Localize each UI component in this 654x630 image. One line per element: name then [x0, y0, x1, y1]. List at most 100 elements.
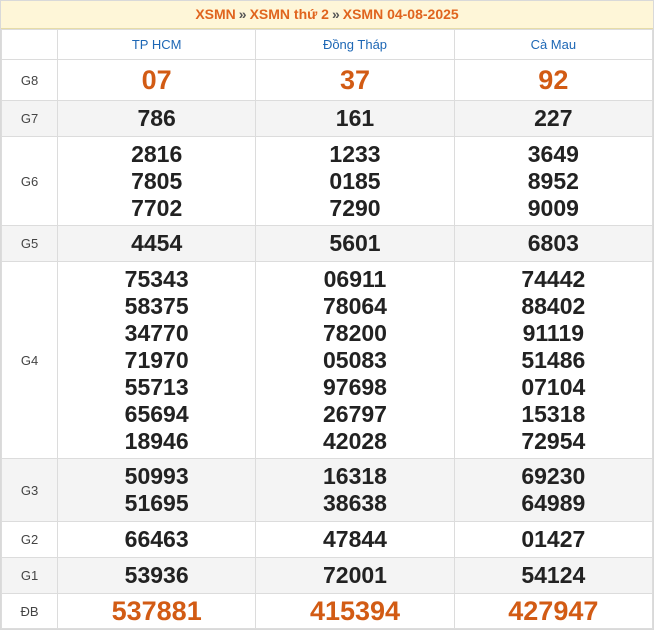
- prize-row-g5: G5 4454 5601 6803: [1, 225, 654, 262]
- prize-row-g6: G6 2816 7805 7702 1233 0185 7290 3649 8952 9009: [1, 136, 654, 226]
- prize-cell: 69230 64989: [453, 458, 654, 522]
- prize-cell: 66463: [56, 521, 257, 558]
- prize-row-g1: G1 53936 72001 54124: [1, 557, 654, 594]
- prize-number: 64989: [521, 490, 586, 516]
- prize-number: 69230: [521, 463, 586, 489]
- prize-number: 37: [339, 64, 371, 95]
- prize-number: 8952: [527, 167, 579, 194]
- prize-number: 38638: [323, 490, 387, 516]
- prize-cell: 75343 58375 34770 71970 55713 65694 18946: [56, 261, 257, 459]
- prize-row-g3: G3 50993 51695 16318 38638 69230 64989: [1, 458, 654, 522]
- prize-label: ĐB: [1, 593, 58, 629]
- prize-number: 01427: [521, 526, 586, 552]
- prize-cell: 1233 0185 7290: [255, 136, 455, 226]
- prize-number: 415394: [309, 595, 401, 626]
- prize-number: 06911: [323, 265, 387, 292]
- prize-number: 15318: [521, 400, 586, 427]
- prize-number: 05083: [323, 346, 387, 373]
- prize-number: 72001: [323, 562, 387, 588]
- prize-number: 4454: [131, 230, 183, 256]
- prize-number: 6803: [527, 230, 579, 256]
- prize-number: 78064: [323, 292, 387, 319]
- breadcrumb-weekday-link[interactable]: XSMN thứ 2: [250, 6, 329, 22]
- prize-cell: 74442 88402 91119 51486 07104 15318 72954: [453, 261, 654, 459]
- prize-number: 58375: [124, 292, 189, 319]
- prize-row-g8: G8 07 37 92: [1, 59, 654, 101]
- prize-number: 71970: [124, 346, 189, 373]
- breadcrumb-date-link[interactable]: XSMN 04-08-2025: [343, 6, 459, 22]
- prize-number: 51695: [124, 490, 189, 516]
- prize-cell: 786: [56, 100, 257, 137]
- prize-cell: 16318 38638: [255, 458, 455, 522]
- prize-number: 42028: [323, 427, 387, 454]
- prize-number: 78200: [323, 319, 387, 346]
- prize-cell: 53936: [56, 557, 257, 594]
- prize-number: 97698: [323, 373, 387, 400]
- prize-number: 786: [137, 105, 176, 131]
- prize-number: 7290: [329, 194, 381, 221]
- prize-number: 0185: [329, 167, 381, 194]
- prize-cell: 161: [255, 100, 455, 137]
- prize-cell: 2816 7805 7702: [56, 136, 257, 226]
- results-box: XSMN» XSMN thứ 2» XSMN 04-08-2025 TP HCM Đ…: [0, 0, 654, 630]
- prize-number: 72954: [521, 427, 586, 454]
- prize-cell: 07: [56, 59, 257, 101]
- prize-label: G7: [1, 100, 58, 137]
- prize-number: 53936: [124, 562, 189, 588]
- prize-row-đb: ĐB 537881 415394 427947: [1, 593, 654, 629]
- prize-cell: 3649 8952 9009: [453, 136, 654, 226]
- prize-number: 537881: [111, 595, 202, 626]
- prize-cell: 01427: [453, 521, 654, 558]
- prize-number: 65694: [124, 400, 189, 427]
- prize-cell: 227: [453, 100, 654, 137]
- prize-cell: 92: [453, 59, 654, 101]
- prize-label: G6: [1, 136, 58, 226]
- prize-number: 07104: [521, 373, 586, 400]
- prize-label: G2: [1, 521, 58, 558]
- prize-label: G4: [1, 261, 58, 459]
- prize-cell: 537881: [56, 593, 257, 629]
- prize-number: 26797: [323, 400, 387, 427]
- prize-number: 47844: [323, 526, 387, 552]
- prize-cell: 5601: [255, 225, 455, 262]
- province-header-ca-mau[interactable]: Cà Mau: [453, 29, 654, 60]
- prize-number: 3649: [527, 140, 579, 167]
- prize-number: 55713: [124, 373, 189, 400]
- prize-cell: 50993 51695: [56, 458, 257, 522]
- prize-number: 5601: [329, 230, 381, 256]
- province-header-tp-hcm[interactable]: TP HCM: [56, 29, 257, 60]
- prize-number: 74442: [521, 265, 586, 292]
- breadcrumb: XSMN» XSMN thứ 2» XSMN 04-08-2025: [1, 1, 653, 29]
- corner-cell: [1, 29, 58, 60]
- results-table: TP HCM Đồng Tháp Cà Mau G8 07 37 92 G7 786 161…: [1, 29, 654, 629]
- prize-label: G3: [1, 458, 58, 522]
- prize-number: 227: [534, 105, 573, 131]
- prize-row-g4: G4 75343 58375 34770 71970 55713 65694 18946 069…: [1, 261, 654, 459]
- prize-row-g7: G7 786 161 227: [1, 100, 654, 137]
- prize-cell: 4454: [56, 225, 257, 262]
- breadcrumb-separator: »: [238, 6, 247, 22]
- prize-number: 51486: [521, 346, 586, 373]
- prize-number: 18946: [124, 427, 189, 454]
- prize-number: 91119: [522, 319, 585, 346]
- province-header-dong-thap[interactable]: Đồng Tháp: [255, 29, 455, 60]
- prize-number: 92: [538, 64, 569, 95]
- prize-cell: 72001: [255, 557, 455, 594]
- prize-number: 7702: [131, 194, 183, 221]
- prize-number: 16318: [323, 463, 387, 489]
- breadcrumb-xsmn-link[interactable]: XSMN: [195, 6, 235, 22]
- prize-number: 54124: [521, 562, 586, 588]
- prize-number: 9009: [527, 194, 579, 221]
- prize-number: 66463: [124, 526, 189, 552]
- prize-number: 2816: [131, 140, 183, 167]
- prize-cell: 6803: [453, 225, 654, 262]
- prize-label: G5: [1, 225, 58, 262]
- prize-cell: 427947: [453, 593, 654, 629]
- prize-cell: 47844: [255, 521, 455, 558]
- prize-cell: 06911 78064 78200 05083 97698 26797 42028: [255, 261, 455, 459]
- prize-row-g2: G2 66463 47844 01427: [1, 521, 654, 558]
- prize-cell: 37: [255, 59, 455, 101]
- prize-cell: 54124: [453, 557, 654, 594]
- prize-number: 7805: [131, 167, 183, 194]
- prize-cell: 415394: [255, 593, 455, 629]
